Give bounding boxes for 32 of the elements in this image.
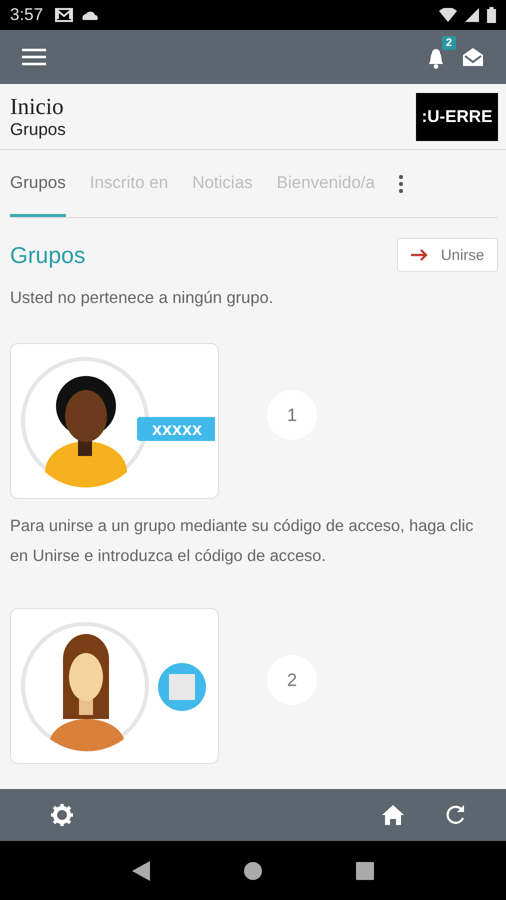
settings-icon[interactable] (51, 804, 73, 826)
signal-icon (465, 8, 479, 22)
envelope-icon[interactable] (462, 47, 484, 67)
cloud-icon (81, 10, 100, 20)
step-description: Para unirse a un grupo mediante su código de acceso, haga clic en Unirse e introduzca el código de acceso. (10, 516, 474, 567)
arrow-icon (410, 248, 429, 262)
back-icon[interactable] (132, 860, 150, 880)
wifi-icon (439, 8, 457, 22)
mail-icon (55, 8, 74, 22)
section-title: Grupos (10, 242, 86, 268)
page-title: Inicio (10, 94, 65, 120)
home-icon[interactable] (382, 805, 404, 825)
tab[interactable]: Inscrito en (90, 151, 168, 217)
tab[interactable]: Bienvenido/a (276, 151, 375, 217)
status-time: 3:57 (10, 5, 44, 25)
code-text: xxxxx (151, 418, 202, 438)
more-icon[interactable] (398, 174, 403, 192)
menu-icon[interactable] (22, 48, 46, 66)
step-number: 1 (267, 390, 317, 440)
home-button-icon[interactable] (244, 862, 262, 880)
refresh-icon[interactable] (444, 804, 466, 826)
recents-icon[interactable] (356, 862, 374, 880)
notification-badge: 2 (442, 36, 456, 50)
tab[interactable]: Noticias (192, 151, 253, 217)
bell-icon[interactable] (426, 47, 446, 69)
page-subtitle: Grupos (10, 120, 67, 140)
join-button[interactable]: Unirse (397, 238, 498, 272)
empty-message: Usted no pertenece a ningún grupo. (10, 289, 274, 308)
step-number: 2 (267, 655, 317, 705)
logo: :U-ERRE (416, 92, 498, 140)
tab[interactable]: Grupos (10, 151, 66, 217)
battery-icon (487, 7, 496, 23)
